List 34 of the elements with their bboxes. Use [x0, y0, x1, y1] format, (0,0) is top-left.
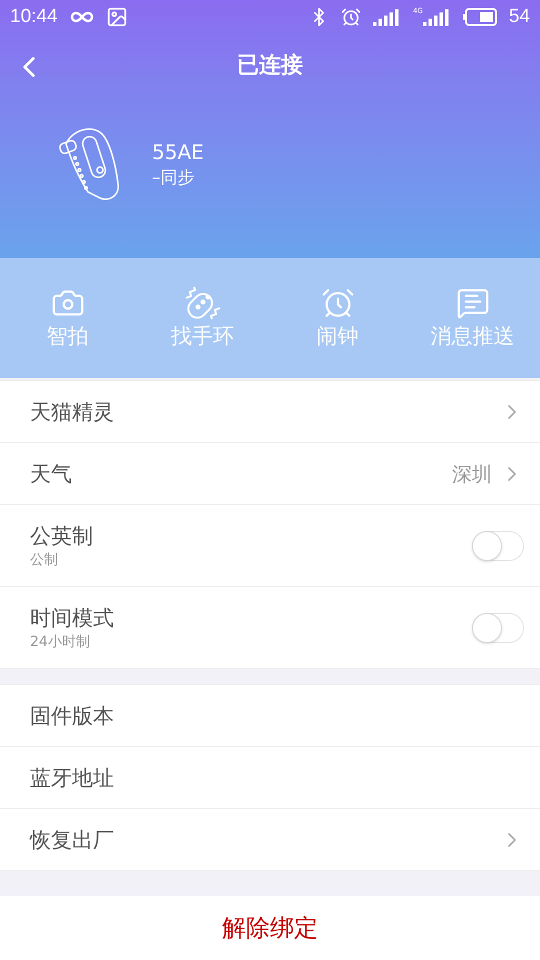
image-icon [106, 6, 128, 28]
toggle-switch[interactable] [472, 530, 524, 560]
row-label: 天气 [30, 460, 72, 488]
signal-icon [372, 8, 401, 26]
row-label: 固件版本 [30, 702, 114, 730]
row-label: 天猫精灵 [30, 398, 114, 426]
alarm-icon [340, 7, 361, 27]
clock-time: 10:44 [10, 4, 58, 29]
settings-row[interactable]: 公英制 公制 [0, 505, 540, 587]
page-title: 已连接 [237, 52, 303, 80]
signal-icon [422, 8, 451, 26]
message-icon [456, 286, 490, 320]
settings-row[interactable]: 蓝牙地址 [0, 747, 540, 809]
row-subtitle: 24小时制 [30, 632, 91, 652]
settings-row[interactable]: 时间模式 24小时制 [0, 587, 540, 669]
sync-status: –同步 [152, 167, 196, 190]
battery-percent: 54 [508, 4, 530, 29]
settings-row[interactable]: 恢复出厂 [0, 809, 540, 871]
fitness-band-icon [58, 126, 120, 202]
row-label: 恢复出厂 [30, 826, 114, 854]
row-label: 蓝牙地址 [30, 764, 114, 792]
row-value: 深圳 [452, 460, 492, 488]
row-label: 时间模式 [30, 604, 114, 632]
device-name: 55AE [152, 139, 204, 166]
toggle-switch[interactable] [472, 612, 524, 642]
row-subtitle: 公制 [30, 550, 59, 570]
settings-row[interactable]: 固件版本 [0, 685, 540, 747]
band-signal-icon [184, 286, 220, 320]
battery-icon [462, 8, 497, 26]
settings-row[interactable]: 天猫精灵 [0, 381, 540, 443]
alarm-clock-icon [320, 286, 354, 320]
row-label: 公英制 [30, 522, 93, 550]
unbind-button[interactable]: 解除绑定 [0, 896, 540, 960]
settings-row[interactable]: 天气 深圳 [0, 443, 540, 505]
